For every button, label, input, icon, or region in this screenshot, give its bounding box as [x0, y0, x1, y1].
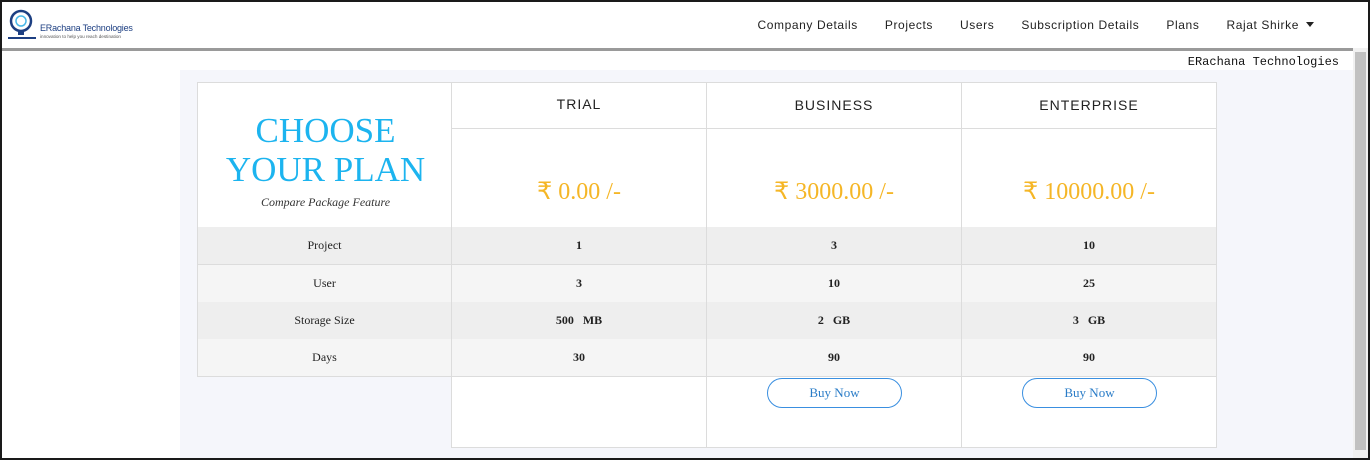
feature-value: 30 [451, 339, 707, 377]
feature-value: 2 GB [706, 302, 962, 340]
company-name-label: ERachana Technologies [1187, 55, 1339, 69]
nav-company-details[interactable]: Company Details [757, 18, 857, 32]
feature-value: 3 [451, 265, 707, 303]
nav-plans[interactable]: Plans [1166, 18, 1199, 32]
feature-value: 3 GB [961, 302, 1217, 340]
plans-table: CHOOSE YOUR PLAN Compare Package Feature… [197, 82, 1217, 448]
feature-value: 25 [961, 265, 1217, 303]
company-logo[interactable]: ERachana Technologies innovation to help… [6, 8, 146, 42]
feature-value: 3 [706, 227, 962, 265]
plan-name: BUSINESS [707, 83, 961, 129]
feature-value: 1 [451, 227, 707, 265]
compare-subtitle: Compare Package Feature [260, 195, 391, 209]
feature-label: User [197, 265, 452, 303]
choose-title: CHOOSE [255, 111, 396, 150]
logo-name: ERachana Technologies [40, 23, 133, 33]
plan-price: ₹ 0.00 /- [537, 179, 621, 205]
caret-down-icon [1306, 22, 1314, 27]
vertical-scrollbar[interactable] [1353, 48, 1368, 458]
feature-value: 10 [706, 265, 962, 303]
buy-now-button-enterprise[interactable]: Buy Now [1022, 378, 1157, 408]
feature-value: 10 [961, 227, 1217, 265]
feature-row-days: Days 30 90 90 [197, 339, 1217, 377]
user-menu[interactable]: Rajat Shirke [1226, 18, 1314, 32]
feature-label: Project [197, 227, 452, 265]
plan-price: ₹ 3000.00 /- [774, 179, 894, 205]
feature-row-storage: Storage Size 500 MB 2 GB 3 GB [197, 302, 1217, 340]
feature-row-project: Project 1 3 10 [197, 227, 1217, 265]
logo-tagline: innovation to help you reach destination [40, 34, 121, 39]
scrollbar-thumb[interactable] [1355, 52, 1366, 450]
main-nav: Company Details Projects Users Subscript… [730, 18, 1314, 32]
plan-name: ENTERPRISE [962, 83, 1216, 129]
feature-value: 90 [961, 339, 1217, 377]
app-window: ERachana Technologies innovation to help… [0, 0, 1370, 460]
user-name: Rajat Shirke [1226, 18, 1299, 32]
feature-label: Days [197, 339, 452, 377]
plan-price: ₹ 10000.00 /- [1023, 179, 1155, 205]
feature-value: 500 MB [451, 302, 707, 340]
nav-projects[interactable]: Projects [885, 18, 933, 32]
feature-row-user: User 3 10 25 [197, 265, 1217, 303]
buy-now-button-business[interactable]: Buy Now [767, 378, 902, 408]
your-plan-title: YOUR PLAN [225, 150, 426, 189]
lightbulb-logo-icon [8, 9, 36, 39]
top-navbar: ERachana Technologies innovation to help… [2, 2, 1368, 51]
feature-value: 90 [706, 339, 962, 377]
plan-name: TRIAL [452, 83, 706, 129]
choose-plan-header: CHOOSE YOUR PLAN Compare Package Feature [197, 82, 452, 228]
nav-users[interactable]: Users [960, 18, 994, 32]
feature-label: Storage Size [197, 302, 452, 340]
nav-subscription-details[interactable]: Subscription Details [1021, 18, 1139, 32]
